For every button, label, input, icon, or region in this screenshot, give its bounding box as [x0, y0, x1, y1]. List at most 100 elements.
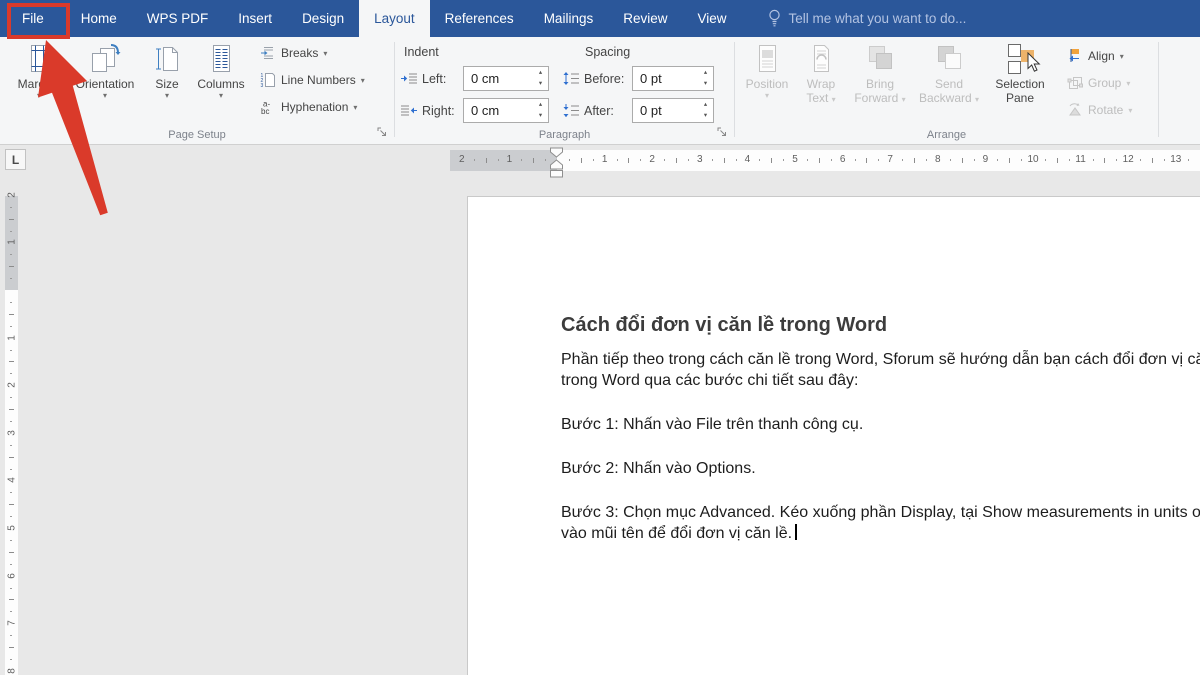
- tab-insert[interactable]: Insert: [223, 0, 287, 37]
- align-button[interactable]: Align ▾: [1067, 46, 1124, 66]
- ruler-tick: [807, 159, 808, 161]
- indent-right-value: 0 cm: [471, 103, 499, 118]
- indent-right-input[interactable]: 0 cm ▴▾: [463, 98, 549, 123]
- spacing-before-field: Before: 0 pt ▴▾: [563, 66, 714, 91]
- document-text: Cách đổi đơn vị căn lề trong Word Phần t…: [561, 314, 1200, 544]
- ruler-tick: [676, 158, 677, 163]
- ruler-tick: [9, 552, 14, 553]
- ruler-number: 5: [7, 525, 18, 531]
- ruler-tick: [902, 159, 903, 161]
- ruler-tick: [545, 159, 546, 161]
- margins-button[interactable]: Margins ▾: [8, 41, 70, 100]
- align-icon: [1067, 48, 1083, 64]
- ruler-number: 1: [507, 154, 513, 165]
- position-icon: [751, 43, 783, 75]
- spacing-after-input[interactable]: 0 pt ▴▾: [632, 98, 714, 123]
- tab-view[interactable]: View: [682, 0, 741, 37]
- ruler-tick: [9, 599, 14, 600]
- doc-paragraph-line: trong Word qua các bước chi tiết sau đây…: [561, 370, 1200, 391]
- ruler-tick: [640, 159, 641, 161]
- ruler-tick: [10, 516, 12, 517]
- chevron-down-icon: ▾: [902, 95, 906, 104]
- ruler-tick: [1140, 159, 1141, 161]
- indent-left-stepper[interactable]: ▴▾: [534, 68, 547, 89]
- ruler-tick: [9, 314, 14, 315]
- ruler-tick: [878, 159, 879, 161]
- spacing-after-icon: [563, 104, 579, 117]
- ruler-number: 2: [7, 382, 18, 388]
- group-paragraph: Indent Spacing Left: 0 cm ▴▾ Right:: [395, 37, 734, 144]
- selection-pane-icon: [1004, 43, 1036, 75]
- chevron-down-icon: ▾: [103, 92, 107, 100]
- ruler-tick: [997, 159, 998, 161]
- ruler-number: 1: [7, 240, 18, 246]
- ruler-tick: [783, 159, 784, 161]
- bring-forward-label-2: Forward: [854, 91, 898, 105]
- dialog-launcher-icon[interactable]: [717, 127, 728, 138]
- ruler-tick: [1045, 159, 1046, 161]
- orientation-button[interactable]: Orientation ▾: [70, 41, 140, 100]
- indent-right-stepper[interactable]: ▴▾: [534, 100, 547, 121]
- tab-home[interactable]: Home: [66, 0, 132, 37]
- ruler-number: 6: [840, 154, 846, 165]
- ruler-tick: [617, 159, 618, 161]
- tab-wps-pdf[interactable]: WPS PDF: [132, 0, 224, 37]
- ruler-tick: [10, 588, 12, 589]
- breaks-button[interactable]: Breaks ▾: [260, 43, 327, 63]
- ruler-tick: [10, 302, 12, 303]
- selection-pane-button[interactable]: Selection Pane: [989, 41, 1051, 105]
- dialog-launcher-icon[interactable]: [377, 127, 388, 138]
- bring-forward-label-1: Bring: [866, 77, 894, 91]
- ruler-tick: [10, 254, 12, 255]
- ruler-tick: [10, 635, 12, 636]
- size-icon: [151, 43, 183, 75]
- ruler-tick: [688, 159, 689, 161]
- ruler-number: 1: [602, 154, 608, 165]
- chevron-down-icon: ▾: [361, 77, 365, 85]
- chevron-down-icon: ▾: [219, 92, 223, 100]
- ruler-number: 9: [983, 154, 989, 165]
- ruler-number: 10: [1027, 154, 1038, 165]
- tab-design[interactable]: Design: [287, 0, 359, 37]
- ruler-number: 8: [7, 668, 18, 674]
- columns-button[interactable]: Columns ▾: [192, 41, 250, 100]
- vertical-ruler[interactable]: 1234567812: [5, 196, 18, 675]
- ruler-tick: [914, 158, 915, 163]
- ruler-tick: [569, 159, 570, 161]
- ruler-tick: [533, 158, 534, 163]
- ruler-tick: [724, 158, 725, 163]
- hyphenation-button[interactable]: a- bc Hyphenation ▾: [260, 97, 357, 117]
- ribbon: Margins ▾ Orientation ▾: [0, 37, 1200, 145]
- ruler-tick: [10, 445, 12, 446]
- indent-left-label: Left:: [422, 72, 458, 86]
- line-numbers-label: Line Numbers: [281, 73, 356, 87]
- tab-layout[interactable]: Layout: [359, 0, 430, 37]
- ruler-tick: [521, 159, 522, 161]
- spacing-before-stepper[interactable]: ▴▾: [699, 68, 712, 89]
- tab-references[interactable]: References: [430, 0, 529, 37]
- spacing-after-stepper[interactable]: ▴▾: [699, 100, 712, 121]
- ruler-tick: [866, 158, 867, 163]
- horizontal-ruler[interactable]: 1234567891011121312: [450, 150, 1200, 171]
- ruler-tick: [581, 158, 582, 163]
- indent-left-input[interactable]: 0 cm ▴▾: [463, 66, 549, 91]
- send-backward-icon: [933, 43, 965, 75]
- group-page-setup: Margins ▾ Orientation ▾: [0, 37, 394, 144]
- doc-step3-line: Bước 3: Chọn mục Advanced. Kéo xuống phầ…: [561, 502, 1200, 523]
- size-button[interactable]: Size ▾: [146, 41, 188, 100]
- ruler-number: 3: [697, 154, 703, 165]
- ruler-margin-section: [450, 150, 557, 171]
- position-button: Position ▾: [741, 41, 793, 100]
- tell-me-box[interactable]: Tell me what you want to do...: [768, 0, 967, 37]
- chevron-down-icon: ▾: [832, 95, 836, 104]
- tab-stop-L-icon: L: [12, 153, 19, 167]
- spacing-before-input[interactable]: 0 pt ▴▾: [632, 66, 714, 91]
- tab-mailings[interactable]: Mailings: [529, 0, 609, 37]
- breaks-icon: [260, 45, 276, 61]
- ruler-tick: [9, 457, 14, 458]
- bring-forward-button: Bring Forward ▾: [849, 41, 911, 105]
- tab-stop-selector[interactable]: L: [5, 149, 26, 170]
- line-numbers-button[interactable]: 1 2 3 Line Numbers ▾: [260, 70, 365, 90]
- spacing-after-label: After:: [584, 104, 627, 118]
- tab-review[interactable]: Review: [608, 0, 682, 37]
